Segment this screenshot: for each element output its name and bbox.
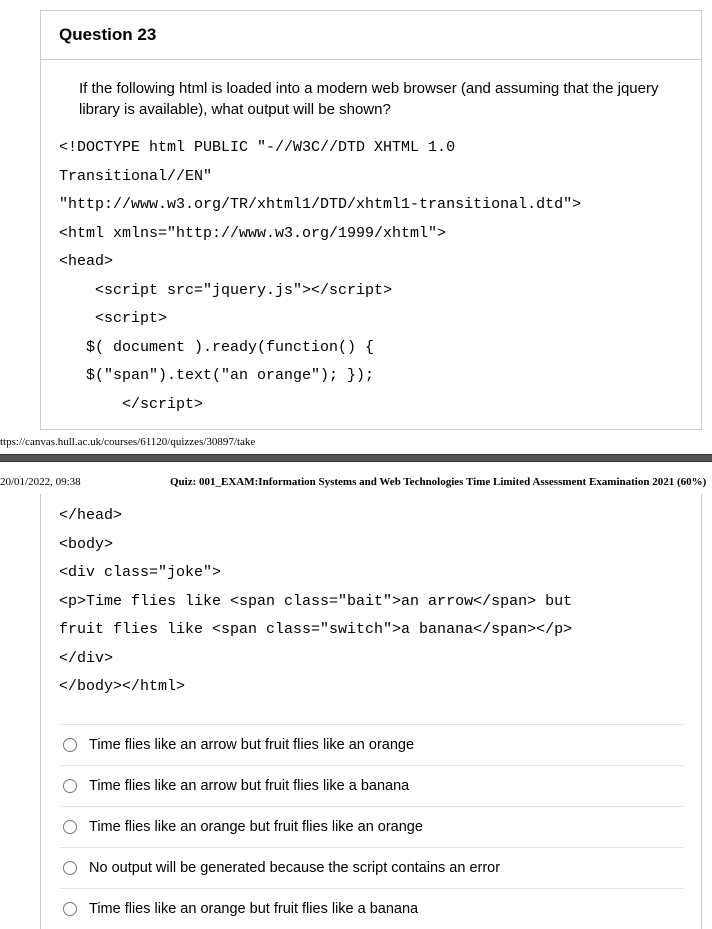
answer-list: Time flies like an arrow but fruit flies… (59, 724, 683, 929)
code-block-top: <!DOCTYPE html PUBLIC "-//W3C//DTD XHTML… (59, 134, 683, 419)
answer-label: Time flies like an orange but fruit flie… (89, 901, 418, 917)
print-header: 20/01/2022, 09:38 Quiz: 001_EXAM:Informa… (0, 462, 712, 494)
question-header: Question 23 (41, 11, 701, 60)
question-card-continued: </head> <body> <div class="joke"> <p>Tim… (40, 494, 702, 929)
radio-icon[interactable] (63, 902, 77, 916)
radio-icon[interactable] (63, 861, 77, 875)
answer-option[interactable]: Time flies like an arrow but fruit flies… (59, 765, 683, 806)
answer-label: Time flies like an arrow but fruit flies… (89, 778, 409, 794)
page-footer-url: ttps://canvas.hull.ac.uk/courses/61120/q… (0, 430, 712, 452)
answer-option[interactable]: Time flies like an orange but fruit flie… (59, 806, 683, 847)
radio-icon[interactable] (63, 820, 77, 834)
answer-label: No output will be generated because the … (89, 860, 500, 876)
question-body: If the following html is loaded into a m… (41, 60, 701, 429)
question-card: Question 23 If the following html is loa… (40, 10, 702, 430)
print-quiz-title: Quiz: 001_EXAM:Information Systems and W… (170, 476, 706, 488)
print-date: 20/01/2022, 09:38 (0, 476, 170, 488)
answer-option[interactable]: Time flies like an orange but fruit flie… (59, 888, 683, 929)
answer-option[interactable]: Time flies like an arrow but fruit flies… (59, 724, 683, 765)
code-block-bottom: </head> <body> <div class="joke"> <p>Tim… (59, 502, 683, 702)
page-break (0, 454, 712, 462)
radio-icon[interactable] (63, 738, 77, 752)
radio-icon[interactable] (63, 779, 77, 793)
question-number: Question 23 (59, 25, 156, 44)
answer-option[interactable]: No output will be generated because the … (59, 847, 683, 888)
answer-label: Time flies like an arrow but fruit flies… (89, 737, 414, 753)
answer-label: Time flies like an orange but fruit flie… (89, 819, 423, 835)
question-prompt: If the following html is loaded into a m… (59, 78, 683, 134)
